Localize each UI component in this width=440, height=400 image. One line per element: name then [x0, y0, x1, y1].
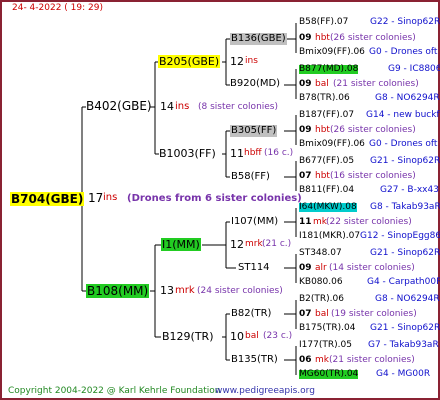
gen2-code-2: mrk — [245, 239, 263, 249]
gen4-note-2: (26 sister colonies) — [330, 125, 416, 135]
gen4-botr-0: G0 - Drones oft — [369, 47, 438, 57]
gen4-num-2: 09 — [299, 125, 312, 135]
root-note: (Drones from 6 sister colonies) — [127, 193, 302, 204]
gen3-queen-6[interactable]: B82(TR) — [231, 309, 271, 319]
gen3-queen-5[interactable]: ST114 — [238, 263, 270, 273]
gen4-bot-5[interactable]: KB080.06 — [299, 278, 343, 287]
gen4-topr-1: G9 - IC8806 — [388, 64, 440, 74]
gen2-code-1: hbff — [244, 148, 262, 158]
gen4-botr-3: G27 - B-xx43 — [380, 185, 439, 195]
gen4-top-3[interactable]: B677(FF).05 — [299, 157, 354, 166]
gen4-bot-1[interactable]: B78(TR).06 — [299, 94, 350, 103]
gen2-queen-2[interactable]: I1(MM) — [161, 238, 201, 251]
gen4-bot-4[interactable]: I181(MKR).07 — [299, 232, 360, 241]
gen2-num-2: 12 — [230, 238, 244, 251]
gen4-bot-7[interactable]: MG60(TR).04 — [299, 370, 359, 379]
gen4-code-2: hbt — [315, 125, 330, 135]
gen4-topr-2: G14 - new buckfas — [366, 110, 440, 120]
gen4-code-1: bal — [315, 79, 329, 89]
footer-website-link[interactable]: www.pedigreeapis.org — [215, 387, 315, 396]
gen1-note-1: (24 sister colonies) — [197, 286, 283, 296]
gen4-top-4[interactable]: I64(MKW).08 — [299, 203, 357, 212]
gen4-topr-7: G7 - Takab93aR — [368, 340, 439, 350]
gen4-top-7[interactable]: I177(TR).05 — [299, 341, 352, 350]
gen4-botr-2: G0 - Drones oft — [369, 139, 438, 149]
gen4-note-0: (26 sister colonies) — [330, 33, 416, 43]
gen4-num-5: 09 — [299, 263, 312, 273]
gen4-bot-6[interactable]: B175(TR).04 — [299, 324, 355, 333]
gen4-topr-5: G21 - Sinop62R — [370, 248, 440, 258]
gen4-num-4: 11 — [299, 217, 312, 227]
gen1-num-0: 14 — [160, 100, 174, 113]
root-code: ins — [103, 192, 118, 203]
gen2-num-1: 11 — [230, 147, 244, 160]
gen1-queen-0[interactable]: B402(GBE) — [86, 100, 152, 112]
gen2-code-0: ins — [245, 56, 258, 66]
gen4-num-0: 09 — [299, 33, 312, 43]
gen4-note-3: (16 sister colonies) — [330, 171, 416, 181]
gen4-topr-0: G22 - Sinop62R — [370, 17, 440, 27]
gen4-note-1: (21 sister colonies) — [333, 79, 419, 89]
gen4-topr-6: G8 - NO6294R — [375, 294, 440, 304]
gen1-code-0: ins — [175, 101, 190, 112]
gen3-queen-7[interactable]: B135(TR) — [231, 355, 278, 365]
gen1-note-0: (8 sister colonies) — [198, 102, 279, 112]
gen4-topr-3: G21 - Sinop62R — [370, 156, 440, 166]
gen3-queen-2[interactable]: B305(FF) — [230, 125, 278, 137]
gen2-code-3: bal — [245, 331, 259, 341]
gen4-num-6: 07 — [299, 309, 312, 319]
gen2-num-3: 10 — [230, 330, 244, 343]
footer-copyright: Copyright 2004-2022 @ Karl Kehrle Founda… — [8, 386, 221, 396]
gen4-bot-3[interactable]: B811(FF).04 — [299, 186, 354, 195]
gen4-top-5[interactable]: ST348.07 — [299, 249, 342, 258]
gen4-topr-4: G8 - Takab93aR — [370, 202, 440, 212]
gen2-num-0: 12 — [230, 55, 244, 68]
gen2-queen-0[interactable]: B205(GBE) — [158, 55, 221, 68]
gen4-code-7: mk — [315, 355, 329, 365]
gen3-queen-0[interactable]: B136(GBE) — [230, 33, 287, 45]
gen4-botr-4: G12 - SinopEgg86R — [360, 231, 440, 241]
gen4-bot-0[interactable]: Bmix09(FF).06 — [299, 48, 365, 57]
gen3-queen-4[interactable]: I107(MM) — [231, 217, 278, 227]
gen4-code-3: hbt — [315, 171, 330, 181]
root-num: 17 — [88, 191, 104, 205]
gen2-note-3: (23 c.) — [263, 331, 293, 341]
gen3-queen-3[interactable]: B58(FF) — [231, 172, 270, 182]
gen1-code-1: mrk — [175, 285, 195, 296]
gen4-top-2[interactable]: B187(FF).07 — [299, 111, 354, 120]
gen2-note-1: (16 c.) — [264, 148, 294, 158]
gen4-note-4: (22 sister colonies) — [326, 217, 412, 227]
gen4-botr-6: G21 - Sinop62R — [370, 323, 440, 333]
gen4-botr-1: G8 - NO6294R — [375, 93, 440, 103]
gen4-code-0: hbt — [315, 33, 330, 43]
gen4-code-6: bal — [315, 309, 329, 319]
gen4-num-3: 07 — [299, 171, 312, 181]
gen4-num-7: 06 — [299, 355, 312, 365]
gen1-queen-1[interactable]: B108(MM) — [86, 284, 150, 298]
gen3-queen-1[interactable]: B920(MD) — [230, 79, 280, 89]
gen2-queen-1[interactable]: B1003(FF) — [159, 148, 216, 159]
gen4-top-6[interactable]: B2(TR).06 — [299, 295, 344, 304]
gen4-note-5: (14 sister colonies) — [329, 263, 415, 273]
gen4-note-6: (19 sister colonies) — [331, 309, 417, 319]
gen4-bot-2[interactable]: Bmix09(FF).06 — [299, 140, 365, 149]
gen4-note-7: (21 sister colonies) — [329, 355, 415, 365]
gen4-botr-5: G4 - Carpath00R — [367, 277, 440, 287]
gen4-top-1[interactable]: B877(MD).08 — [299, 65, 359, 74]
root-queen[interactable]: B704(GBE) — [10, 192, 85, 206]
gen4-num-1: 09 — [299, 79, 312, 89]
gen4-code-5: alr — [315, 263, 327, 273]
gen2-queen-3[interactable]: B129(TR) — [162, 331, 214, 342]
gen4-top-0[interactable]: B58(FF).07 — [299, 18, 348, 27]
gen2-note-2: (21 c.) — [262, 239, 292, 249]
gen1-num-1: 13 — [160, 284, 174, 297]
gen4-botr-7: G4 - MG00R — [376, 369, 431, 379]
date-header: 24- 4-2022 ( 19: 29) — [12, 3, 103, 13]
gen4-code-4: mk — [313, 217, 327, 227]
